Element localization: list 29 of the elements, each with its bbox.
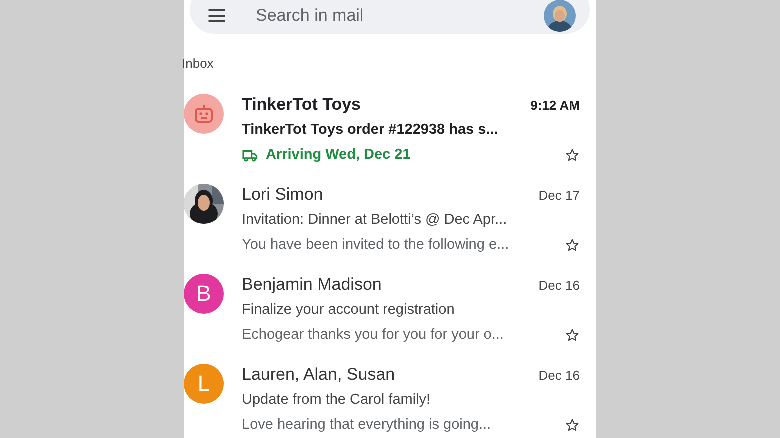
email-subject: Update from the Carol family! <box>242 391 432 410</box>
search-field[interactable]: Search in mail <box>256 3 544 29</box>
sender-name: Lauren, Alan, Susan <box>242 364 396 386</box>
star-icon[interactable] <box>565 148 580 164</box>
avatar-letter: B <box>184 274 224 314</box>
section-title: Inbox <box>182 55 215 73</box>
email-snippet: You have been invited to the following e... <box>242 236 510 255</box>
email-row[interactable]: B Benjamin Madison Dec 16 Finalize your account registration Echogear thanks you for you for your o... <box>184 272 596 362</box>
avatar-letter: L <box>184 364 224 404</box>
email-snippet: Love hearing that everything is going... <box>242 416 492 435</box>
email-time: Dec 16 <box>538 366 580 384</box>
search-bar[interactable]: Search in mail <box>190 0 590 34</box>
delivery-status: Arriving Wed, Dec 21 <box>266 146 411 165</box>
sender-name: Benjamin Madison <box>242 274 382 296</box>
email-subject: TinkerTot Toys order #122938 has s... <box>242 121 500 140</box>
star-icon[interactable] <box>565 328 580 344</box>
sender-name: TinkerTot Toys <box>242 94 362 116</box>
star-icon[interactable] <box>565 418 580 434</box>
email-subject: Finalize your account registration <box>242 301 456 320</box>
star-icon[interactable] <box>565 238 580 254</box>
email-subject: Invitation: Dinner at Belotti’s @ Dec Apr... <box>242 211 508 230</box>
sender-name: Lori Simon <box>242 184 324 206</box>
email-row[interactable]: Lori Simon Dec 17 Invitation: Dinner at Belotti’s @ Dec Apr... You have been invited to the following e... <box>184 182 596 272</box>
email-row[interactable]: L Lauren, Alan, Susan Dec 16 Update from the Carol family! Love hearing that everything is going... <box>184 362 596 438</box>
email-time: Dec 16 <box>538 276 580 294</box>
email-time: Dec 17 <box>538 186 580 204</box>
email-row[interactable]: TinkerTot Toys 9:12 AM TinkerTot Toys order #122938 has s... Arriving Wed, Dec 21 <box>184 92 596 182</box>
email-snippet: Echogear thanks you for you for your o... <box>242 326 504 345</box>
email-time: 9:12 AM <box>530 96 580 114</box>
